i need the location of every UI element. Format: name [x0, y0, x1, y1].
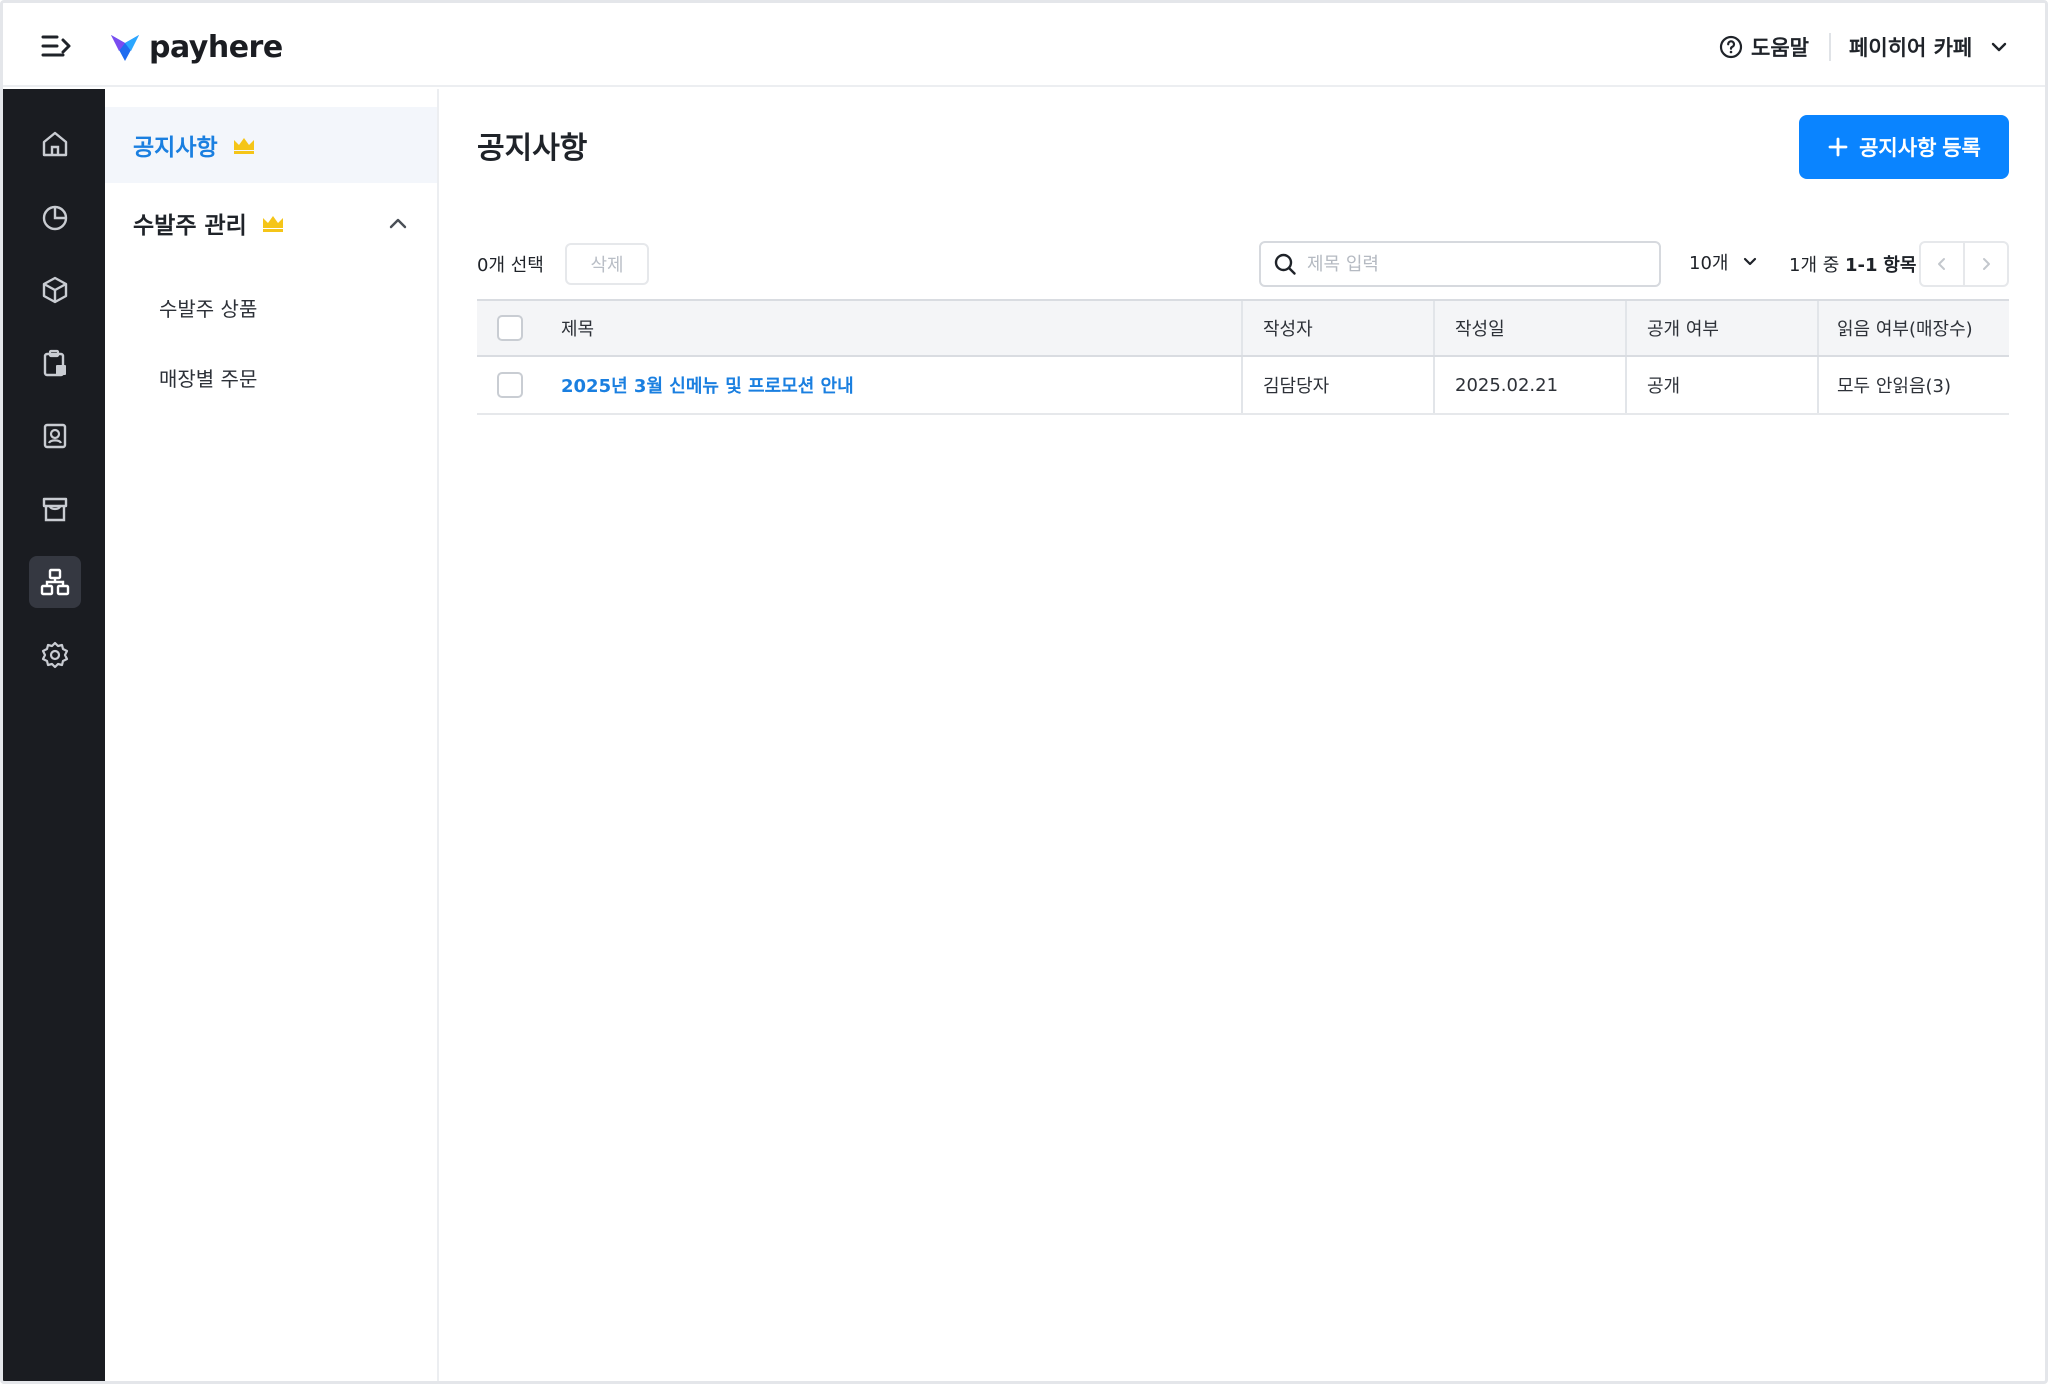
- column-divider: [1241, 301, 1243, 355]
- rail-clipboard[interactable]: [29, 337, 81, 389]
- rail-org-chart[interactable]: [29, 556, 81, 608]
- column-header-author[interactable]: 작성자: [1263, 301, 1313, 355]
- column-divider: [1817, 357, 1819, 413]
- sidebar-subitem-store-orders[interactable]: 매장별 주문: [159, 363, 257, 392]
- chevron-left-icon: [1938, 258, 1945, 270]
- chevron-down-icon: [1744, 257, 1757, 266]
- help-button[interactable]: 도움말: [1719, 29, 1809, 65]
- rail-product[interactable]: [29, 264, 81, 316]
- prev-page-button[interactable]: [1921, 243, 1965, 285]
- logo-text: payhere: [149, 29, 283, 65]
- column-divider: [1625, 301, 1627, 355]
- analytics-icon: [42, 205, 68, 231]
- app-window: payhere 도움말 페이히어 카페 공지사항 수발주 관리 수발주 상품 매…: [0, 0, 2048, 1384]
- logo[interactable]: payhere: [109, 27, 283, 67]
- select-all-checkbox[interactable]: [497, 315, 523, 341]
- table-header: 제목 작성자 작성일 공개 여부 읽음 여부(매장수): [477, 299, 2009, 357]
- column-divider: [1625, 357, 1627, 413]
- visibility-cell: 공개: [1647, 376, 1681, 397]
- store-selector[interactable]: 페이히어 카페: [1849, 29, 2008, 65]
- search-box[interactable]: [1259, 241, 1661, 287]
- sidebar-item-label: 공지사항: [133, 135, 218, 161]
- store-icon: [42, 497, 68, 522]
- pagination-controls: [1919, 241, 2009, 287]
- sub-sidebar: 공지사항 수발주 관리 수발주 상품 매장별 주문: [105, 89, 439, 1381]
- add-notice-label: 공지사항 등록: [1859, 137, 1981, 160]
- delete-button[interactable]: 삭제: [565, 243, 649, 285]
- pagination-range: 1개 중 1-1 항목: [1789, 251, 1916, 277]
- search-icon: [1274, 253, 1296, 275]
- menu-toggle-icon[interactable]: [39, 31, 73, 61]
- column-header-read-status[interactable]: 읽음 여부(매장수): [1837, 301, 1973, 355]
- store-name: 페이히어 카페: [1849, 36, 1973, 60]
- author-cell: 김담당자: [1263, 376, 1330, 397]
- crown-icon: [233, 138, 254, 154]
- org-chart-icon: [40, 568, 70, 596]
- customer-icon: [43, 423, 67, 449]
- settings-icon: [41, 641, 69, 669]
- rail-home[interactable]: [29, 118, 81, 170]
- crown-icon: [262, 216, 283, 232]
- add-notice-button[interactable]: 공지사항 등록: [1799, 115, 2009, 179]
- row-checkbox[interactable]: [497, 372, 523, 398]
- notice-title-link[interactable]: 2025년 3월 신메뉴 및 프로모션 안내: [561, 357, 854, 413]
- icon-rail: [3, 89, 105, 1381]
- column-divider: [1433, 301, 1435, 355]
- next-page-button[interactable]: [1965, 243, 2007, 285]
- product-icon: [42, 276, 68, 304]
- sidebar-subitem-order-products[interactable]: 수발주 상품: [159, 293, 257, 322]
- range-prefix: 1개 중: [1789, 255, 1840, 276]
- rail-analytics[interactable]: [29, 191, 81, 243]
- sidebar-item-notice[interactable]: 공지사항: [105, 107, 437, 183]
- help-icon: [1719, 35, 1743, 59]
- sidebar-item-label: 수발주 관리: [133, 213, 247, 239]
- column-divider: [1817, 301, 1819, 355]
- column-header-visibility[interactable]: 공개 여부: [1647, 301, 1719, 355]
- column-header-title[interactable]: 제목: [561, 301, 594, 355]
- notice-table: 제목 작성자 작성일 공개 여부 읽음 여부(매장수) 2025년 3월 신메뉴…: [477, 299, 2009, 415]
- range-suffix: 항목: [1883, 255, 1917, 276]
- selected-count: 0개 선택: [477, 255, 544, 276]
- chevron-up-icon[interactable]: [389, 215, 407, 231]
- clipboard-icon: [43, 349, 66, 377]
- header-divider: [1829, 33, 1831, 61]
- chevron-right-icon: [1983, 258, 1990, 270]
- search-input[interactable]: [1307, 253, 1647, 275]
- column-divider: [1241, 357, 1243, 413]
- payhere-logo-icon: [111, 35, 139, 61]
- range-value: 1-1: [1845, 255, 1878, 276]
- plus-icon: [1828, 137, 1848, 157]
- help-label: 도움말: [1751, 36, 1809, 60]
- chevron-down-icon: [1992, 42, 2007, 52]
- sidebar-item-ordering[interactable]: 수발주 관리: [105, 185, 437, 261]
- rail-store[interactable]: [29, 483, 81, 535]
- page-title: 공지사항: [477, 131, 588, 166]
- top-header: payhere 도움말 페이히어 카페: [3, 3, 2045, 87]
- column-divider: [1433, 357, 1435, 413]
- rail-customer[interactable]: [29, 410, 81, 462]
- home-icon: [42, 131, 68, 157]
- per-page-select[interactable]: 10개: [1689, 249, 1758, 275]
- date-cell: 2025.02.21: [1455, 374, 1559, 396]
- column-header-date[interactable]: 작성일: [1455, 301, 1505, 355]
- table-row[interactable]: 2025년 3월 신메뉴 및 프로모션 안내 김담당자 2025.02.21 공…: [477, 357, 2009, 415]
- per-page-value: 10개: [1689, 253, 1729, 274]
- read-status-cell: 모두 안읽음(3): [1837, 376, 1952, 397]
- rail-settings[interactable]: [29, 629, 81, 681]
